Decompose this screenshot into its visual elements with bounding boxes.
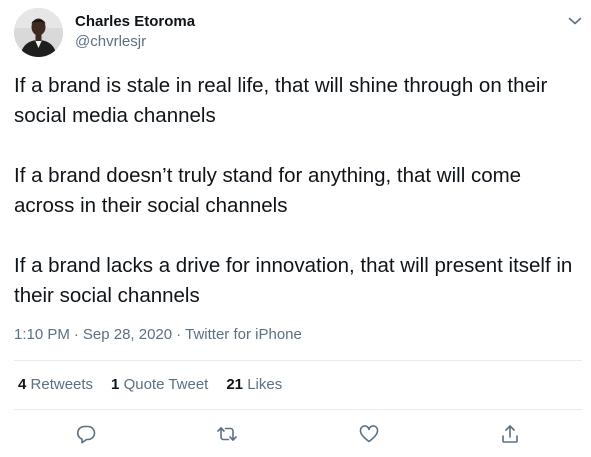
separator: · <box>73 326 79 343</box>
likes-stat[interactable]: 21 Likes <box>226 375 282 395</box>
retweet-button[interactable] <box>216 423 238 445</box>
likes-count: 21 <box>226 376 244 393</box>
quote-tweets-stat[interactable]: 1 Quote Tweet <box>111 375 208 395</box>
tweet-source[interactable]: Twitter for iPhone <box>185 326 302 343</box>
share-button[interactable] <box>499 423 521 445</box>
tweet-paragraph: If a brand is stale in real life, that w… <box>14 74 548 127</box>
separator: · <box>176 326 182 343</box>
more-options-button[interactable] <box>566 12 584 30</box>
chevron-down-icon <box>568 17 582 25</box>
heart-icon <box>359 425 379 443</box>
author-name[interactable]: Charles Etoroma <box>75 12 195 32</box>
retweets-stat[interactable]: 4 Retweets <box>18 375 93 395</box>
avatar[interactable] <box>14 8 63 57</box>
retweets-count: 4 <box>18 376 27 393</box>
tweet-time[interactable]: 1:10 PM <box>14 326 70 343</box>
reply-button[interactable] <box>75 423 97 445</box>
tweet-card: Charles Etoroma @chvrlesjr If a brand is… <box>0 0 591 457</box>
tweet-paragraph: If a brand lacks a drive for innovation,… <box>14 254 573 307</box>
tweet-actions <box>0 423 591 447</box>
tweet-paragraph: If a brand doesn’t truly stand for anyth… <box>14 164 522 217</box>
tweet-date[interactable]: Sep 28, 2020 <box>83 326 172 343</box>
likes-label: Likes <box>247 376 283 393</box>
tweet-metadata: 1:10 PM · Sep 28, 2020 · Twitter for iPhone <box>14 325 302 345</box>
engagement-stats: 4 Retweets 1 Quote Tweet 21 Likes <box>18 375 300 395</box>
quote-tweets-count: 1 <box>111 376 120 393</box>
retweet-icon <box>217 427 237 441</box>
avatar-image <box>14 8 63 57</box>
tweet-text: If a brand is stale in real life, that w… <box>14 71 584 311</box>
author-handle[interactable]: @chvrlesjr <box>75 32 146 52</box>
divider <box>14 409 582 410</box>
divider <box>14 360 582 361</box>
share-icon <box>502 425 518 443</box>
reply-icon <box>76 425 96 444</box>
like-button[interactable] <box>358 423 380 445</box>
quote-tweets-label: Quote Tweet <box>123 376 209 393</box>
retweets-label: Retweets <box>30 376 94 393</box>
